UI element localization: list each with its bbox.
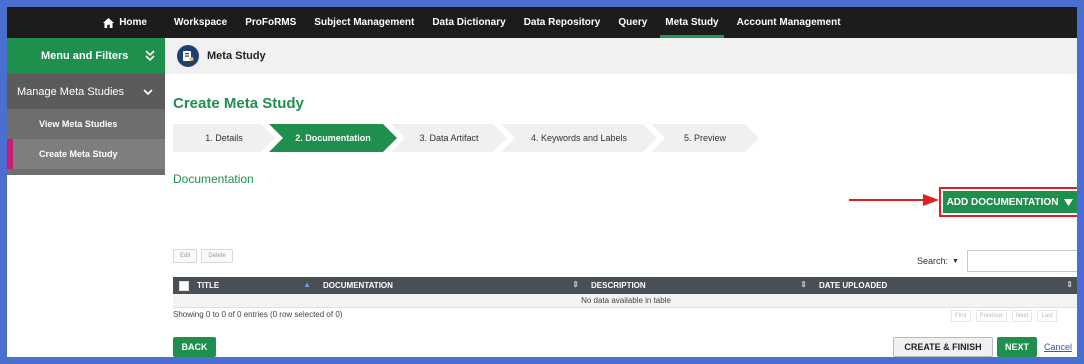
breadcrumb: Meta Study <box>165 38 1077 74</box>
add-documentation-label: ADD DOCUMENTATION <box>946 196 1059 208</box>
sort-asc-icon: ▲ <box>303 280 311 289</box>
sidebar-item-view-meta-studies[interactable]: View Meta Studies <box>7 109 165 139</box>
step-preview[interactable]: 5. Preview <box>651 124 759 152</box>
pager-first[interactable]: First <box>951 310 971 322</box>
table-actions: Edit Delete <box>173 249 233 263</box>
search-dropdown-icon[interactable]: ▼ <box>952 258 959 265</box>
nav-workspace[interactable]: Workspace <box>165 7 236 38</box>
search-area: Search: ▼ <box>917 250 1077 272</box>
search-label: Search: <box>917 256 949 266</box>
create-finish-button[interactable]: CREATE & FINISH <box>893 337 993 357</box>
home-icon <box>103 17 115 28</box>
pager-next[interactable]: Next <box>1012 310 1033 322</box>
sidebar-item-create-meta-study[interactable]: Create Meta Study <box>7 139 165 169</box>
back-button[interactable]: BACK <box>173 337 216 357</box>
chevron-down-icon <box>143 89 153 96</box>
search-input[interactable] <box>966 250 1077 272</box>
next-button[interactable]: NEXT <box>997 337 1037 357</box>
column-documentation-label: DOCUMENTATION <box>323 281 393 290</box>
nav-proforms[interactable]: ProFoRMS <box>236 7 305 38</box>
column-title[interactable]: TITLE ▲ <box>191 277 317 294</box>
nav-meta-study[interactable]: Meta Study <box>656 7 727 38</box>
step-documentation[interactable]: 2. Documentation <box>269 124 397 152</box>
nav-subject-management[interactable]: Subject Management <box>305 7 423 38</box>
step-details[interactable]: 1. Details <box>173 124 275 152</box>
section-title: Documentation <box>173 172 254 186</box>
select-all-checkbox[interactable] <box>179 280 189 291</box>
documentation-table: TITLE ▲ DOCUMENTATION ⇕ DESCRIPTION ⇕ DA… <box>173 277 1077 308</box>
nav-account-management[interactable]: Account Management <box>728 7 850 38</box>
nav-data-repository[interactable]: Data Repository <box>515 7 610 38</box>
column-description-label: DESCRIPTION <box>591 281 646 290</box>
sidebar-item-label: View Meta Studies <box>39 119 118 129</box>
meta-study-icon <box>177 45 199 67</box>
nav-home-label: Home <box>119 17 147 28</box>
sort-icon: ⇕ <box>1066 280 1073 289</box>
table-empty-row: No data available in table <box>173 294 1077 308</box>
table-info: Showing 0 to 0 of 0 entries (0 row selec… <box>173 310 343 319</box>
sidebar-item-label: Create Meta Study <box>39 149 118 159</box>
nav-data-dictionary[interactable]: Data Dictionary <box>423 7 514 38</box>
red-arrow-icon <box>849 194 939 206</box>
double-chevron-down-icon <box>145 50 155 62</box>
sidebar-section-label: Manage Meta Studies <box>17 85 125 98</box>
menu-filters-toggle[interactable]: Menu and Filters <box>7 38 165 74</box>
column-title-label: TITLE <box>197 281 220 290</box>
app-frame: Home Workspace ProFoRMS Subject Manageme… <box>7 7 1077 357</box>
sidebar-section-manage-meta-studies[interactable]: Manage Meta Studies <box>7 74 165 109</box>
table-header: TITLE ▲ DOCUMENTATION ⇕ DESCRIPTION ⇕ DA… <box>173 277 1077 294</box>
wizard-steps: 1. Details 2. Documentation 3. Data Arti… <box>173 124 793 152</box>
column-documentation[interactable]: DOCUMENTATION ⇕ <box>317 277 585 294</box>
sort-icon: ⇕ <box>572 280 579 289</box>
top-nav: Home Workspace ProFoRMS Subject Manageme… <box>7 7 1077 38</box>
cancel-link[interactable]: Cancel <box>1043 337 1073 357</box>
pagination: First Previous Next Last <box>951 310 1057 322</box>
add-documentation-button[interactable]: ADD DOCUMENTATION <box>943 191 1077 213</box>
step-keywords-labels[interactable]: 4. Keywords and Labels <box>501 124 657 152</box>
add-documentation-highlight: ADD DOCUMENTATION <box>939 187 1077 217</box>
column-date-uploaded-label: DATE UPLOADED <box>819 281 888 290</box>
nav-home[interactable]: Home <box>7 17 165 28</box>
menu-filters-label: Menu and Filters <box>41 50 129 62</box>
pager-previous[interactable]: Previous <box>975 310 1008 322</box>
edit-button[interactable]: Edit <box>173 249 198 263</box>
caret-down-icon <box>1064 198 1074 206</box>
sort-icon: ⇕ <box>800 280 807 289</box>
sidebar: Menu and Filters Manage Meta Studies Vie… <box>7 38 165 357</box>
column-description[interactable]: DESCRIPTION ⇕ <box>585 277 813 294</box>
sidebar-divider <box>7 169 165 175</box>
column-date-uploaded[interactable]: DATE UPLOADED ⇕ <box>813 277 1077 294</box>
page-title: Create Meta Study <box>173 95 304 112</box>
step-data-artifact[interactable]: 3. Data Artifact <box>391 124 507 152</box>
select-all-cell <box>173 277 191 294</box>
nav-query[interactable]: Query <box>609 7 656 38</box>
breadcrumb-title: Meta Study <box>207 50 266 62</box>
delete-button[interactable]: Delete <box>201 249 233 263</box>
pager-last[interactable]: Last <box>1037 310 1057 322</box>
